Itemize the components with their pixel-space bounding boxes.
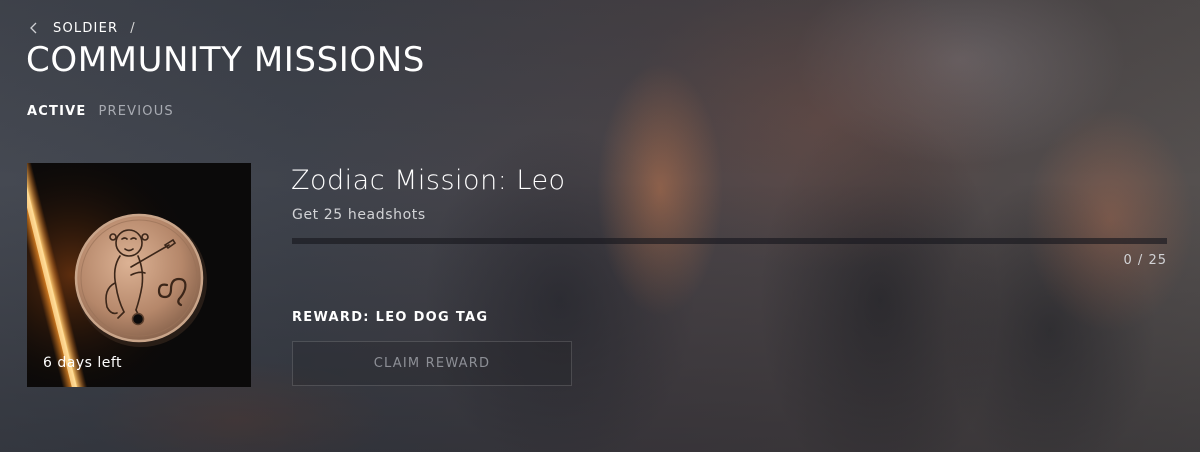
leo-dog-tag-medallion [27,163,251,387]
breadcrumb-soldier-link[interactable]: SOLDIER [53,21,118,36]
community-missions-page: SOLDIER / COMMUNITY MISSIONS ACTIVE PREV… [0,0,1200,452]
mission-progress-bar [292,238,1167,244]
time-left-label: 6 days left [43,355,123,371]
chevron-left-icon[interactable] [27,21,41,35]
mission-tabs: ACTIVE PREVIOUS [27,104,174,119]
breadcrumb: SOLDIER / [27,19,136,37]
mission-image-card: 6 days left [27,163,251,387]
mission-title: Zodiac Mission: Leo [291,165,566,196]
tab-previous[interactable]: PREVIOUS [98,104,173,119]
claim-reward-button[interactable]: CLAIM REWARD [292,341,572,386]
mission-progress-count: 0 / 25 [1123,253,1167,268]
mission-description: Get 25 headshots [292,207,426,223]
page-title: COMMUNITY MISSIONS [26,40,425,80]
breadcrumb-separator: / [130,20,136,36]
reward-label: REWARD: LEO DOG TAG [292,310,489,325]
tab-active[interactable]: ACTIVE [27,104,86,119]
